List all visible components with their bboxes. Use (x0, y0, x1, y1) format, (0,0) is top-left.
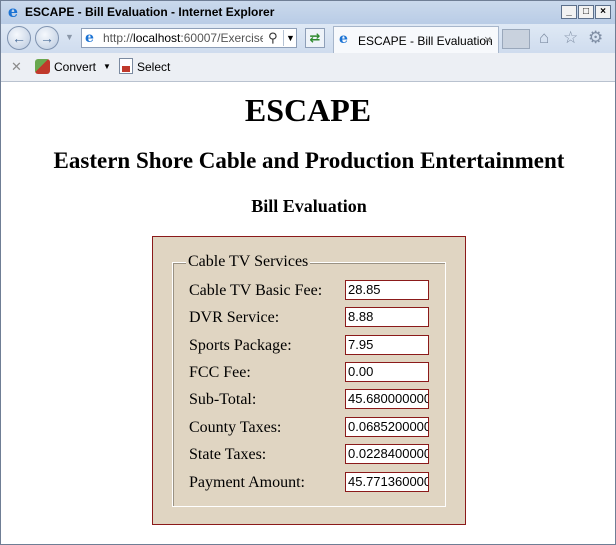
fcc-fee-label: FCC Fee: (189, 364, 251, 381)
ie-icon: e (7, 2, 19, 21)
select-button[interactable]: Select (137, 60, 170, 74)
select-icon[interactable] (119, 58, 133, 74)
home-icon[interactable]: ⌂ (539, 29, 549, 47)
title-bar: e ESCAPE - Bill Evaluation - Internet Ex… (1, 1, 615, 24)
address-dropdown-icon[interactable]: ▼ (283, 30, 297, 46)
sports-package-label: Sports Package: (189, 337, 292, 354)
county-taxes-input[interactable]: 0.0685200000 (345, 417, 429, 437)
navigation-bar: ← → ▼ e http://localhost:60007/Exercise4… (1, 24, 615, 53)
fieldset-legend: Cable TV Services (186, 253, 311, 271)
maximize-button[interactable]: □ (578, 5, 594, 19)
tab-close-icon[interactable]: × (484, 32, 492, 47)
state-taxes-label: State Taxes: (189, 446, 267, 463)
minimize-button[interactable]: _ (561, 5, 577, 19)
basic-fee-input[interactable]: 28.85 (345, 280, 429, 300)
bill-form: Cable TV Services Cable TV Basic Fee: 28… (152, 236, 466, 525)
address-host: localhost (133, 32, 181, 45)
tab-bill-evaluation[interactable]: e ESCAPE - Bill Evaluation × (333, 26, 499, 53)
browser-window: e ESCAPE - Bill Evaluation - Internet Ex… (0, 0, 616, 545)
window-title: ESCAPE - Bill Evaluation - Internet Expl… (25, 5, 275, 19)
gear-icon[interactable]: ⚙ (588, 29, 603, 47)
dvr-service-label: DVR Service: (189, 309, 280, 326)
close-window-button[interactable]: × (595, 5, 611, 19)
page-ie-icon: e (85, 30, 94, 46)
subtotal-input[interactable]: 45.680000000 (345, 389, 429, 409)
basic-fee-label: Cable TV Basic Fee: (189, 282, 323, 299)
dvr-service-input[interactable]: 8.88 (345, 307, 429, 327)
county-taxes-label: County Taxes: (189, 419, 282, 436)
sports-package-input[interactable]: 7.95 (345, 335, 429, 355)
command-bar: ✕ Convert ▼ Select (1, 53, 615, 82)
search-icon[interactable]: ⚲ (268, 30, 278, 46)
forward-arrow-icon[interactable]: → (35, 26, 59, 50)
section-title: Bill Evaluation (251, 196, 367, 216)
address-prefix: http:// (103, 32, 134, 45)
page-heading: ESCAPE (244, 92, 372, 128)
new-tab-button[interactable] (502, 29, 530, 49)
convert-dropdown-icon[interactable]: ▼ (103, 62, 111, 71)
fcc-fee-input[interactable]: 0.00 (345, 362, 429, 382)
payment-amount-input[interactable]: 45.771360000 (345, 472, 429, 492)
favorites-star-icon[interactable]: ☆ (563, 29, 578, 47)
address-bar[interactable]: e http://localhost:60007/Exercise4 ⚲ ▼ (81, 28, 297, 48)
page-content: ESCAPE Eastern Shore Cable and Productio… (1, 82, 615, 544)
refresh-icon[interactable]: ⇄ (305, 28, 325, 48)
payment-amount-label: Payment Amount: (189, 474, 305, 491)
state-taxes-input[interactable]: 0.0228400000 (345, 444, 429, 464)
convert-pdf-icon[interactable] (35, 59, 50, 74)
subtotal-label: Sub-Total: (189, 391, 257, 408)
tab-label: ESCAPE - Bill Evaluation (358, 34, 493, 48)
tab-ie-icon: e (339, 31, 348, 47)
address-input[interactable]: http://localhost:60007/Exercise4 (103, 32, 263, 45)
address-rest: :60007/Exercise4 (180, 32, 263, 45)
page-subheading: Eastern Shore Cable and Production Enter… (53, 148, 565, 173)
chevron-down-icon[interactable]: ▼ (65, 32, 74, 42)
close-toolbar-icon[interactable]: ✕ (11, 59, 22, 75)
back-arrow-icon[interactable]: ← (7, 26, 31, 50)
convert-button[interactable]: Convert (54, 60, 96, 74)
